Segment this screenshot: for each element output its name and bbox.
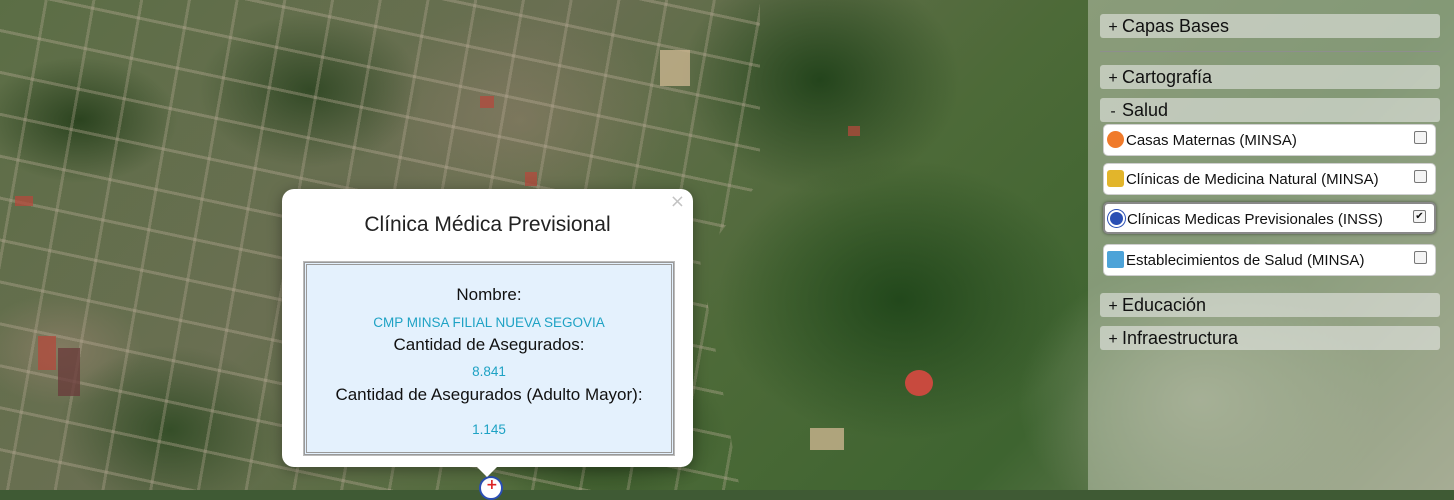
layer-checkbox[interactable] — [1414, 251, 1427, 264]
close-icon[interactable]: × — [670, 191, 685, 213]
inss-clinic-marker-icon[interactable] — [479, 476, 503, 500]
section-educacion[interactable]: + Educación — [1100, 293, 1440, 317]
building-roof — [38, 336, 56, 370]
section-salud[interactable]: - Salud — [1100, 98, 1440, 122]
layer-label: Casas Maternas (MINSA) — [1126, 132, 1297, 149]
expand-icon: + — [1108, 70, 1118, 87]
section-cartografia[interactable]: + Cartografía — [1100, 65, 1440, 89]
section-label: Capas Bases — [1122, 16, 1230, 36]
field-label-asegurados: Cantidad de Asegurados: — [393, 335, 585, 354]
clearing — [810, 428, 844, 450]
layer-panel: + Capas Bases + Cartografía - Salud Casas M… — [1088, 0, 1454, 490]
expand-icon: + — [1108, 298, 1118, 315]
section-capas-bases[interactable]: + Capas Bases — [1100, 14, 1440, 38]
collapse-icon: - — [1110, 103, 1116, 120]
layer-checkbox[interactable] — [1414, 131, 1427, 144]
layer-item-establecimientos[interactable]: Establecimientos de Salud (MINSA) — [1103, 244, 1436, 276]
layer-item-medicina-natural[interactable]: Clínicas de Medicina Natural (MINSA) — [1103, 163, 1436, 195]
section-label: Cartografía — [1122, 67, 1213, 87]
layer-label: Establecimientos de Salud (MINSA) — [1126, 252, 1365, 269]
field-label-nombre: Nombre: — [456, 285, 522, 304]
popup-tip — [475, 465, 499, 477]
section-label: Infraestructura — [1122, 328, 1239, 348]
field-value-nombre: CMP MINSA FILIAL NUEVA SEGOVIA — [373, 315, 605, 330]
casa-materna-icon — [1107, 131, 1124, 148]
layer-label: Clínicas de Medicina Natural (MINSA) — [1126, 171, 1379, 188]
building-roof — [58, 348, 80, 396]
expand-icon: + — [1108, 19, 1118, 36]
hospital-icon — [1107, 251, 1124, 268]
expand-icon: + — [1108, 331, 1118, 348]
layer-checkbox[interactable]: ✔ — [1413, 210, 1426, 223]
sports-field — [905, 370, 933, 396]
layer-item-casas-maternas[interactable]: Casas Maternas (MINSA) — [1103, 124, 1436, 156]
medicina-natural-icon — [1107, 170, 1124, 187]
popup-title: Clínica Médica Previsional — [364, 213, 611, 236]
field-value-asegurados: 8.841 — [472, 364, 506, 379]
layer-label: Clínicas Medicas Previsionales (INSS) — [1127, 211, 1383, 228]
building-roof — [15, 196, 33, 206]
divider — [1100, 51, 1440, 52]
layer-checkbox[interactable] — [1414, 170, 1427, 183]
field-label-adulto-mayor: Cantidad de Asegurados (Adulto Mayor): — [335, 385, 643, 404]
clearing — [660, 50, 690, 86]
section-label: Salud — [1122, 100, 1169, 120]
building-roof — [848, 126, 860, 136]
clinic-info-popup: × Clínica Médica Previsional Nombre: CMP… — [282, 189, 693, 467]
section-infraestructura[interactable]: + Infraestructura — [1100, 326, 1440, 350]
popup-details-box: Nombre: CMP MINSA FILIAL NUEVA SEGOVIA C… — [303, 261, 675, 456]
building-roof — [480, 96, 494, 108]
field-value-adulto-mayor: 1.145 — [472, 422, 506, 437]
building-roof — [525, 172, 537, 186]
inss-clinic-icon — [1108, 210, 1125, 227]
layer-item-inss-clinicas[interactable]: Clínicas Medicas Previsionales (INSS) ✔ — [1103, 202, 1436, 234]
section-label: Educación — [1122, 295, 1207, 315]
